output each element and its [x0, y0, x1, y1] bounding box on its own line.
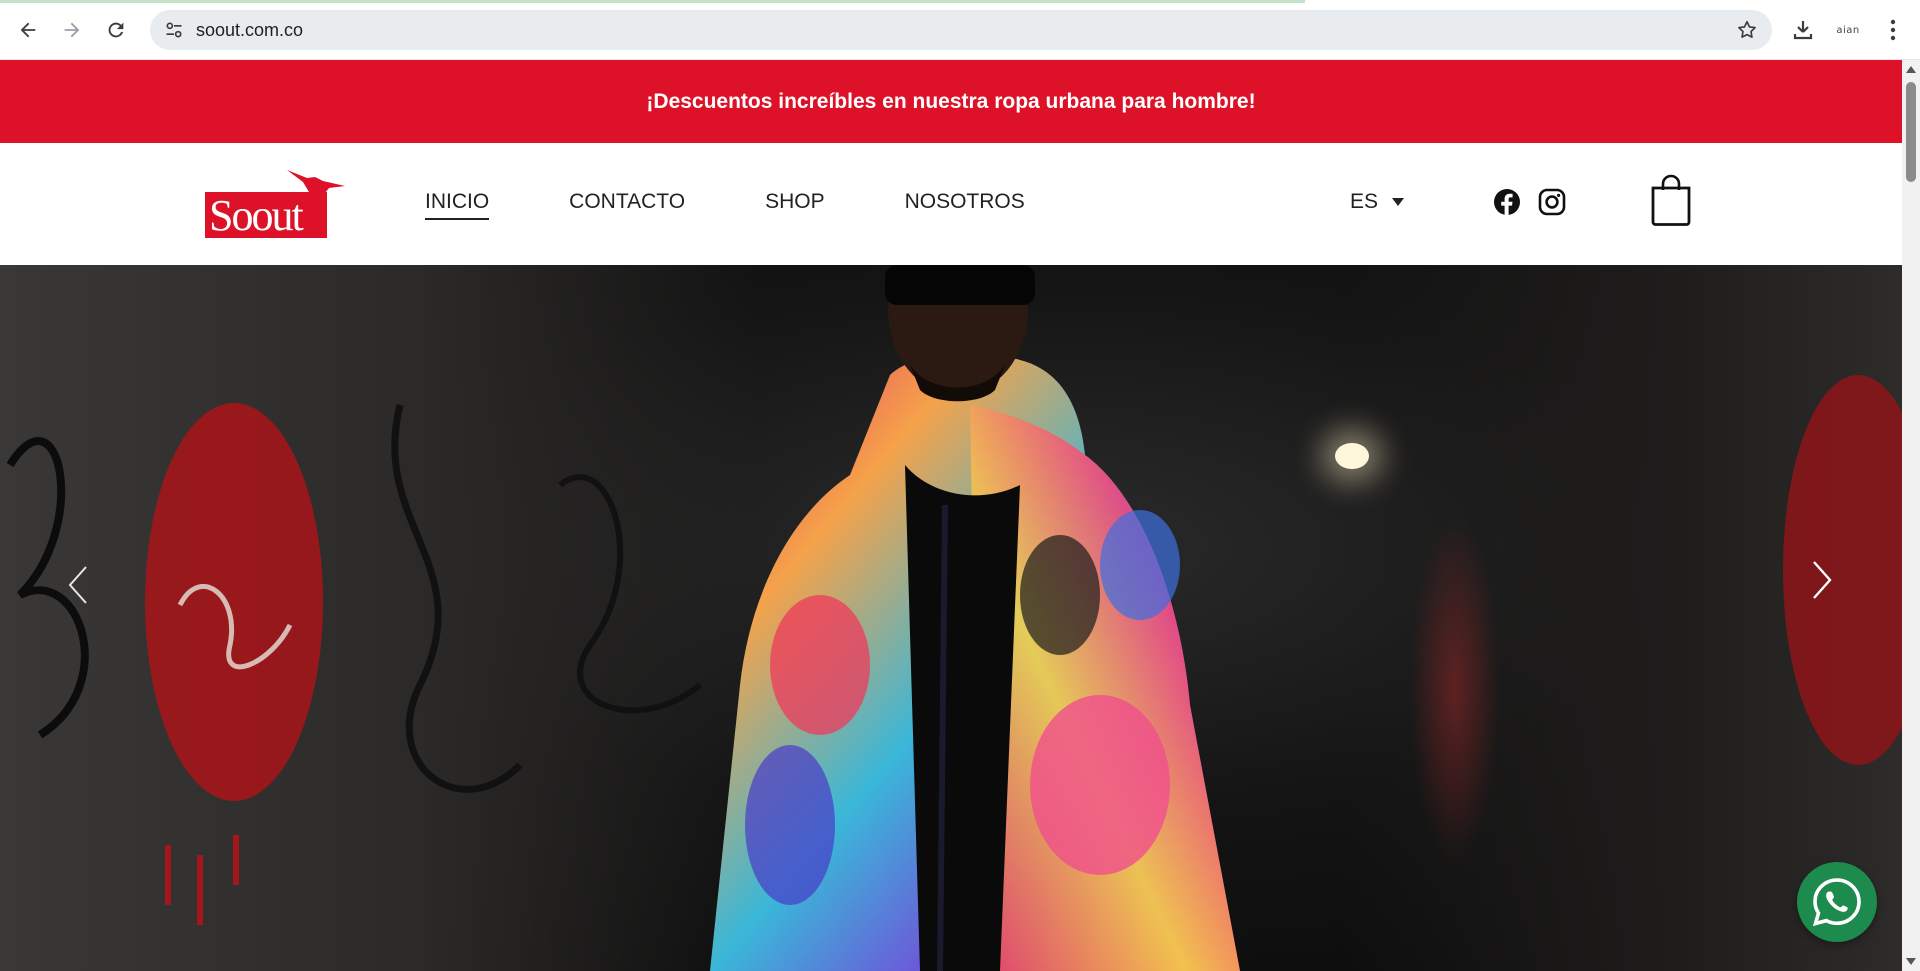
whatsapp-button[interactable] — [1797, 862, 1877, 942]
whatsapp-icon — [1812, 878, 1861, 927]
page-scrollbar[interactable] — [1902, 60, 1920, 971]
site-info-button[interactable] — [158, 14, 190, 46]
corridor-glow — [1410, 515, 1500, 865]
instagram-icon — [1538, 188, 1566, 216]
main-navigation: INICIO CONTACTO SHOP NOSOTROS — [425, 190, 1105, 220]
download-icon — [1793, 21, 1813, 40]
facebook-link[interactable] — [1493, 188, 1521, 221]
arrow-left-icon — [20, 22, 36, 38]
page-viewport: ¡Descuentos increíbles en nuestra ropa u… — [0, 60, 1902, 971]
reload-icon — [108, 22, 124, 38]
facebook-icon — [1494, 189, 1520, 216]
back-button[interactable] — [10, 12, 46, 48]
site-logo[interactable]: Soout — [205, 168, 347, 240]
reload-button[interactable] — [98, 12, 134, 48]
forward-button[interactable] — [54, 12, 90, 48]
more-vertical-icon — [1890, 19, 1896, 41]
star-icon — [1738, 20, 1756, 38]
language-selector[interactable]: ES — [1350, 190, 1405, 214]
model-jacket-illustration — [710, 265, 1240, 971]
nav-item-shop[interactable]: SHOP — [765, 190, 825, 218]
tunnel-lamp — [1335, 443, 1369, 469]
chevron-right-icon — [1813, 561, 1832, 599]
language-label: ES — [1350, 190, 1379, 213]
browser-toolbar: soout.com.co aian — [0, 0, 1920, 60]
scroll-up-arrow-icon[interactable] — [1906, 66, 1916, 73]
scroll-down-arrow-icon[interactable] — [1906, 958, 1916, 965]
announcement-bar: ¡Descuentos increíbles en nuestra ropa u… — [0, 60, 1902, 143]
nav-item-inicio[interactable]: INICIO — [425, 190, 490, 220]
browser-menu-button[interactable] — [1875, 12, 1911, 48]
caret-down-icon — [1392, 198, 1405, 206]
chevron-left-icon — [68, 566, 87, 604]
hero-carousel — [0, 265, 1902, 971]
nav-item-contacto[interactable]: CONTACTO — [569, 190, 685, 218]
carousel-prev-button[interactable] — [58, 555, 98, 615]
carousel-next-button[interactable] — [1802, 550, 1842, 610]
profile-label: aian — [1836, 24, 1860, 36]
announcement-text: ¡Descuentos increíbles en nuestra ropa u… — [646, 89, 1256, 113]
scrollbar-thumb[interactable] — [1906, 82, 1916, 182]
page-load-progress — [0, 0, 1305, 3]
bird-logo-icon — [287, 170, 345, 202]
shopping-bag-icon — [1651, 174, 1691, 226]
profile-button[interactable]: aian — [1830, 12, 1866, 48]
cart-button[interactable] — [1650, 174, 1692, 231]
address-bar[interactable]: soout.com.co — [150, 10, 1772, 50]
nav-item-nosotros[interactable]: NOSOTROS — [905, 190, 1025, 218]
bookmark-button[interactable] — [1732, 15, 1762, 45]
downloads-button[interactable] — [1785, 12, 1821, 48]
instagram-link[interactable] — [1538, 188, 1566, 221]
site-header: Soout INICIO CONTACTO SHOP NOSOTROS ES — [0, 143, 1902, 265]
url-text: soout.com.co — [196, 20, 304, 40]
tune-icon — [166, 22, 182, 38]
arrow-right-icon — [64, 22, 80, 38]
